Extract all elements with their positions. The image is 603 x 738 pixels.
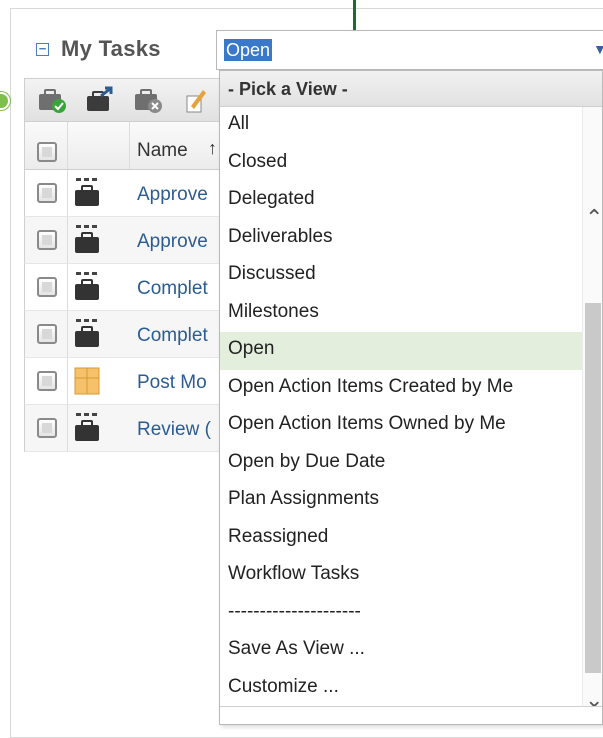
chevron-down-icon[interactable]: ▼ xyxy=(593,41,603,57)
row-checkbox[interactable] xyxy=(37,183,57,203)
table-row[interactable]: Post Mo xyxy=(24,358,224,405)
view-dropdown-menu: - Pick a View - All Closed Delegated Delive… xyxy=(219,70,603,725)
view-select-value[interactable]: Open xyxy=(224,39,273,61)
briefcase-check-icon[interactable] xyxy=(37,86,67,114)
column-divider xyxy=(67,358,68,404)
dropdown-option[interactable]: Open Action Items Owned by Me xyxy=(220,407,584,445)
briefcase-delete-icon[interactable] xyxy=(133,86,163,114)
dropdown-scrollbar[interactable]: ⌃ ⌄ xyxy=(582,107,603,712)
column-divider xyxy=(67,311,68,357)
table-row[interactable]: Complet xyxy=(24,311,224,358)
edit-icon[interactable] xyxy=(181,86,211,114)
column-divider xyxy=(67,264,68,310)
column-divider xyxy=(129,122,130,169)
task-icon xyxy=(73,176,101,208)
dropdown-option[interactable]: Open xyxy=(220,332,584,370)
column-header-name[interactable]: Name xyxy=(137,140,188,162)
table-header: Name ↑ xyxy=(24,122,224,170)
task-icon xyxy=(73,317,101,349)
dropdown-option[interactable]: Deliverables xyxy=(220,220,584,258)
table-row[interactable]: Review ( xyxy=(24,405,224,452)
scroll-up-icon[interactable]: ⌃ xyxy=(585,205,603,231)
toolbar xyxy=(24,78,224,122)
dropdown-option[interactable]: Delegated xyxy=(220,182,584,220)
view-select[interactable]: Open ▼ xyxy=(216,30,603,70)
row-checkbox[interactable] xyxy=(37,324,57,344)
column-divider xyxy=(67,405,68,451)
column-divider xyxy=(67,170,68,216)
column-divider xyxy=(67,122,68,169)
row-checkbox[interactable] xyxy=(37,230,57,250)
scrollbar-thumb[interactable] xyxy=(585,303,601,673)
task-name-link[interactable]: Post Mo xyxy=(137,372,207,394)
task-icon xyxy=(73,411,101,443)
table-body: Approve Approve Complet Complet Post Mo Revie… xyxy=(24,170,224,452)
dropdown-list: All Closed Delegated Deliverables Discussed M… xyxy=(220,107,602,707)
dropdown-option[interactable]: Open Action Items Created by Me xyxy=(220,370,584,408)
dropdown-option[interactable]: Customize ... xyxy=(220,670,584,708)
dropdown-option[interactable]: Closed xyxy=(220,145,584,183)
row-checkbox[interactable] xyxy=(37,371,57,391)
table-row[interactable]: Approve xyxy=(24,217,224,264)
table-row[interactable]: Approve xyxy=(24,170,224,217)
callout-dot-toolbar xyxy=(0,92,10,110)
task-name-link[interactable]: Approve xyxy=(137,184,208,206)
task-name-link[interactable]: Complet xyxy=(137,278,208,300)
collapse-button[interactable]: − xyxy=(36,42,49,56)
dropdown-footer xyxy=(220,706,602,724)
task-icon xyxy=(73,270,101,302)
task-name-link[interactable]: Complet xyxy=(137,325,208,347)
panel-header: − My Tasks xyxy=(36,36,161,62)
table-row[interactable]: Complet xyxy=(24,264,224,311)
task-name-link[interactable]: Review ( xyxy=(137,419,211,441)
deliverable-icon xyxy=(73,364,101,396)
dropdown-option[interactable]: Discussed xyxy=(220,257,584,295)
dropdown-header: - Pick a View - xyxy=(220,71,602,107)
sort-ascending-icon[interactable]: ↑ xyxy=(208,138,217,159)
dropdown-option: --------------------- xyxy=(228,600,361,622)
dropdown-option[interactable]: Workflow Tasks xyxy=(220,557,584,595)
select-all-checkbox[interactable] xyxy=(37,142,57,162)
dropdown-option[interactable]: All xyxy=(220,107,584,145)
column-divider xyxy=(67,217,68,263)
panel-title: My Tasks xyxy=(61,36,161,61)
row-checkbox[interactable] xyxy=(37,277,57,297)
task-name-link[interactable]: Approve xyxy=(137,231,208,253)
tasks-table: Name ↑ Approve Approve Complet Complet Post … xyxy=(24,122,224,452)
dropdown-option[interactable]: Plan Assignments xyxy=(220,482,584,520)
dropdown-option[interactable]: Save As View ... xyxy=(220,632,584,670)
dropdown-option[interactable]: Open by Due Date xyxy=(220,445,584,483)
dropdown-option[interactable]: Milestones xyxy=(220,295,584,333)
task-icon xyxy=(73,223,101,255)
briefcase-export-icon[interactable] xyxy=(85,86,115,114)
row-checkbox[interactable] xyxy=(37,418,57,438)
dropdown-option[interactable]: Reassigned xyxy=(220,520,584,558)
